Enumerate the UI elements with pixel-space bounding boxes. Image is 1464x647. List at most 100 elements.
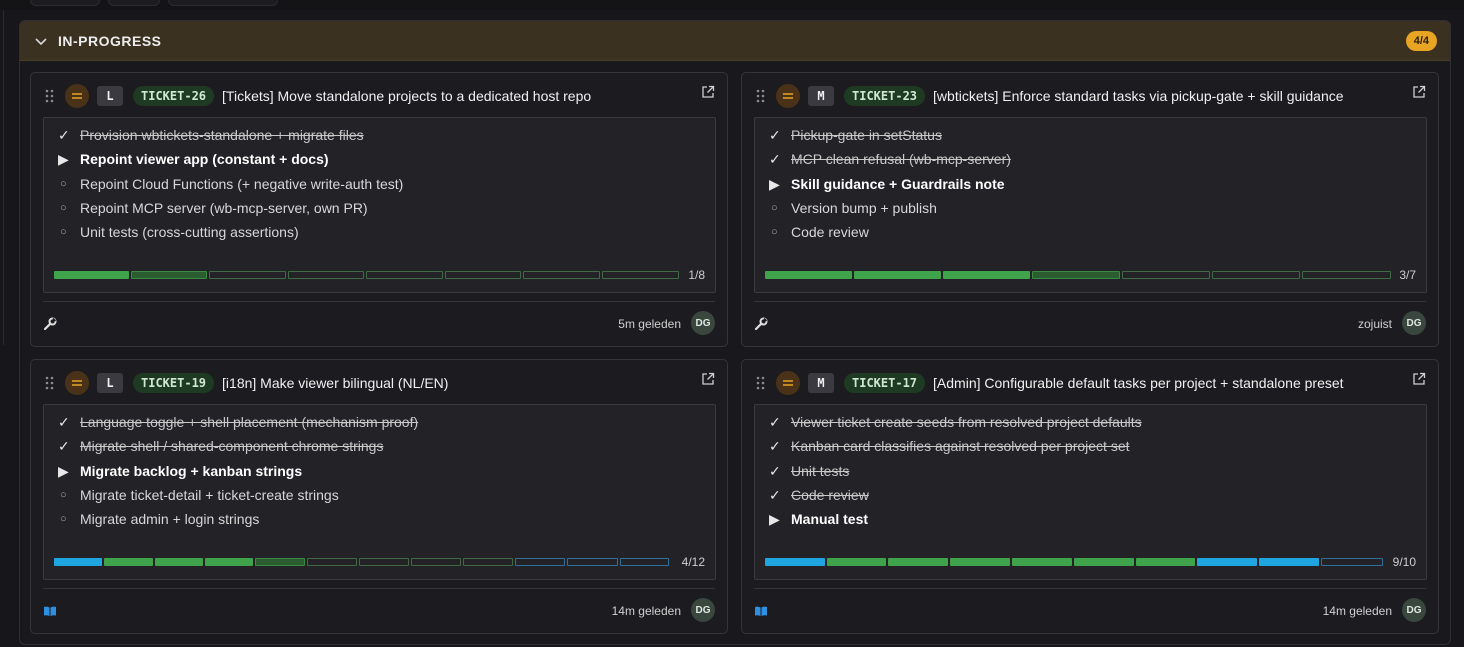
progress-segment — [1212, 271, 1300, 279]
ticket-id-badge[interactable]: TICKET-26 — [133, 86, 215, 106]
task-item[interactable]: ○ Migrate ticket-detail + ticket-create s… — [58, 485, 339, 505]
task-item[interactable]: ✓ MCP clean refusal (wb-mcp-server) — [769, 149, 1011, 169]
progress-segment — [209, 271, 286, 279]
progress-segment — [1197, 558, 1257, 566]
assignee-avatar[interactable]: DG — [1402, 311, 1426, 335]
task-item[interactable]: ✓ Language toggle + shell placement (mech… — [58, 412, 418, 432]
play-icon: ▶ — [58, 462, 69, 479]
card-header: M TICKET-23 [wbtickets] Enforce standard… — [742, 73, 1438, 119]
toolbar-chip[interactable] — [168, 0, 278, 6]
progress-segment — [827, 558, 886, 566]
ticket-id-badge[interactable]: TICKET-19 — [133, 373, 215, 393]
progress-segment — [131, 271, 207, 279]
ticket-title[interactable]: [Admin] Configurable default tasks per p… — [933, 375, 1344, 391]
task-item[interactable]: ✓ Kanban card classifies against resolved… — [769, 436, 1130, 456]
progress-segment — [950, 558, 1010, 566]
task-item[interactable]: ○ Version bump + publish — [769, 198, 937, 218]
toolbar-chip[interactable] — [30, 0, 100, 6]
progress-segment — [366, 271, 443, 279]
column-count-badge: 4/4 — [1405, 31, 1437, 51]
size-badge: M — [808, 86, 834, 106]
progress-segment — [445, 271, 521, 279]
circle-icon: ○ — [60, 178, 67, 190]
progress-segment — [155, 558, 203, 566]
wrench-icon — [754, 317, 768, 331]
external-link-icon[interactable] — [701, 372, 715, 386]
task-item[interactable]: ✓ Migrate shell / shared-component chrome… — [58, 436, 383, 456]
task-progress-count: 4/12 — [681, 555, 705, 569]
progress-segment — [567, 558, 618, 566]
circle-icon: ○ — [771, 202, 778, 214]
task-progress-count: 3/7 — [1399, 268, 1416, 282]
card-footer: 5m geleden DG — [43, 301, 715, 345]
drag-handle-icon[interactable] — [45, 89, 55, 103]
toolbar-chip[interactable] — [108, 0, 160, 6]
in-progress-column: IN-PROGRESS 4/4 L TICKET-26 [Tickets] Mo… — [19, 20, 1451, 645]
play-icon: ▶ — [58, 150, 69, 167]
book-icon — [754, 604, 768, 618]
priority-medium-icon — [65, 84, 89, 108]
task-item[interactable]: ○ Migrate admin + login strings — [58, 509, 259, 529]
circle-icon: ○ — [60, 226, 67, 238]
task-item[interactable]: ✓ Pickup-gate in setStatus — [769, 125, 942, 145]
task-item[interactable]: ▶ Manual test — [769, 509, 868, 529]
ticket-title[interactable]: [wbtickets] Enforce standard tasks via p… — [933, 88, 1343, 104]
assignee-avatar[interactable]: DG — [1402, 598, 1426, 622]
progress-segment — [205, 558, 253, 566]
progress-segment — [1136, 558, 1195, 566]
drag-handle-icon[interactable] — [45, 376, 55, 390]
task-item[interactable]: ✓ Unit tests — [769, 461, 849, 481]
progress-segment — [620, 558, 669, 566]
external-link-icon[interactable] — [701, 85, 715, 99]
task-progress-bar — [765, 271, 1391, 279]
task-item[interactable]: ✓ Provision wbtickets-standalone + migrat… — [58, 125, 364, 145]
assignee-avatar[interactable]: DG — [691, 311, 715, 335]
check-icon: ✓ — [769, 437, 781, 454]
card-footer: 14m geleden DG — [754, 588, 1426, 632]
ticket-card[interactable]: M TICKET-17 [Admin] Configurable default… — [741, 359, 1439, 634]
task-list: ✓ Pickup-gate in setStatus ✓ MCP clean ref… — [754, 117, 1427, 293]
column-header[interactable]: IN-PROGRESS 4/4 — [20, 21, 1450, 61]
check-icon: ✓ — [58, 437, 70, 454]
card-footer: 14m geleden DG — [43, 588, 715, 632]
updated-time: zojuist — [1357, 317, 1392, 331]
task-item[interactable]: ▶ Skill guidance + Guardrails note — [769, 174, 1005, 194]
ticket-title[interactable]: [i18n] Make viewer bilingual (NL/EN) — [222, 375, 448, 391]
ticket-card[interactable]: L TICKET-26 [Tickets] Move standalone pr… — [30, 72, 728, 347]
ticket-card[interactable]: L TICKET-19 [i18n] Make viewer bilingual… — [30, 359, 728, 634]
progress-segment — [1012, 558, 1072, 566]
progress-segment — [54, 271, 129, 279]
assignee-avatar[interactable]: DG — [691, 598, 715, 622]
task-item[interactable]: ○ Repoint MCP server (wb-mcp-server, own … — [58, 198, 368, 218]
task-item[interactable]: ▶ Repoint viewer app (constant + docs) — [58, 149, 329, 169]
progress-segment — [523, 271, 600, 279]
ticket-id-badge[interactable]: TICKET-23 — [844, 86, 926, 106]
task-list: ✓ Provision wbtickets-standalone + migrat… — [43, 117, 716, 293]
check-icon: ✓ — [769, 150, 781, 167]
external-link-icon[interactable] — [1412, 372, 1426, 386]
task-item[interactable]: ○ Repoint Cloud Functions (+ negative wri… — [58, 174, 403, 194]
priority-medium-icon — [776, 371, 800, 395]
task-item[interactable]: ✓ Code review — [769, 485, 869, 505]
task-item[interactable]: ✓ Viewer ticket create seeds from resolve… — [769, 412, 1142, 432]
progress-segment — [359, 558, 409, 566]
column-title: IN-PROGRESS — [58, 32, 162, 49]
chevron-down-icon[interactable] — [34, 34, 48, 48]
task-item[interactable]: ○ Unit tests (cross-cutting assertions) — [58, 222, 299, 242]
progress-segment — [288, 271, 364, 279]
task-item[interactable]: ○ Code review — [769, 222, 869, 242]
progress-segment — [54, 558, 102, 566]
priority-medium-icon — [776, 84, 800, 108]
external-link-icon[interactable] — [1412, 85, 1426, 99]
ticket-card[interactable]: M TICKET-23 [wbtickets] Enforce standard… — [741, 72, 1439, 347]
progress-segment — [1321, 558, 1383, 566]
size-badge: L — [97, 373, 123, 393]
drag-handle-icon[interactable] — [756, 89, 766, 103]
ticket-title[interactable]: [Tickets] Move standalone projects to a … — [222, 88, 591, 104]
updated-time: 14m geleden — [1322, 604, 1392, 618]
card-header: L TICKET-19 [i18n] Make viewer bilingual… — [31, 360, 727, 406]
drag-handle-icon[interactable] — [756, 376, 766, 390]
task-item[interactable]: ▶ Migrate backlog + kanban strings — [58, 461, 302, 481]
progress-segment — [1302, 271, 1391, 279]
ticket-id-badge[interactable]: TICKET-17 — [844, 373, 926, 393]
